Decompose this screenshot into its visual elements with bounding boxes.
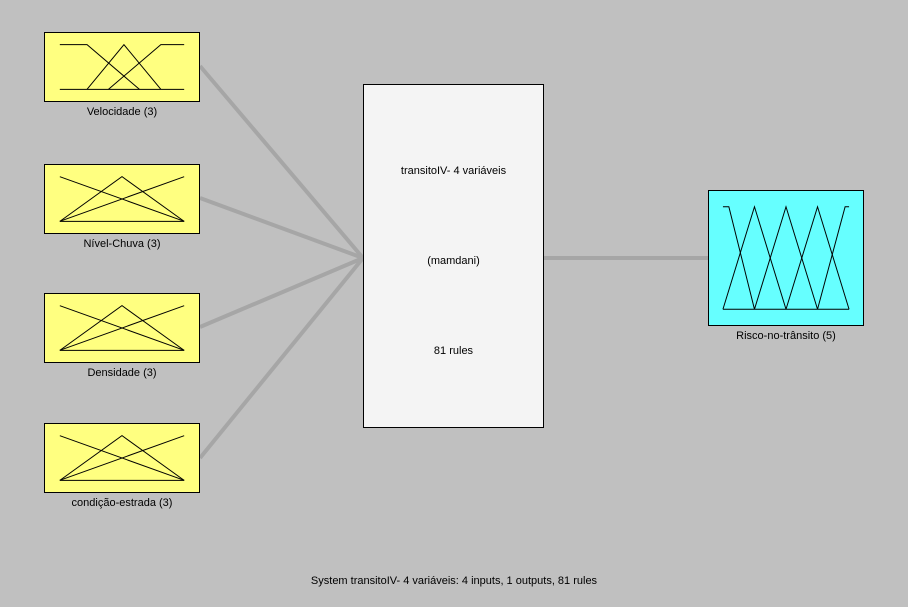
input-box (44, 164, 200, 234)
input-box (44, 423, 200, 493)
input-label: Velocidade (3) (44, 106, 200, 118)
system-summary-footer: System transitoIV- 4 variáveis: 4 inputs… (0, 575, 908, 587)
mf-plot-icon (45, 294, 199, 362)
mf-plot-icon (45, 165, 199, 233)
input-densidade[interactable]: Densidade (3) (44, 293, 200, 363)
output-box (708, 190, 864, 326)
input-nivel-chuva[interactable]: Nível-Chuva (3) (44, 164, 200, 234)
mf-plot-icon (45, 424, 199, 492)
output-label: Risco-no-trânsito (5) (708, 330, 864, 342)
input-velocidade[interactable]: Velocidade (3) (44, 32, 200, 102)
system-type-label: (mamdani) (364, 255, 543, 267)
input-box (44, 32, 200, 102)
input-label: Nível-Chuva (3) (44, 238, 200, 250)
system-rules-label: 81 rules (364, 345, 543, 357)
mf-plot-icon (709, 191, 863, 325)
system-name-label: transitoIV- 4 variáveis (364, 165, 543, 177)
output-risco-no-transito[interactable]: Risco-no-trânsito (5) (708, 190, 864, 326)
input-condicao-estrada[interactable]: condição-estrada (3) (44, 423, 200, 493)
input-label: condição-estrada (3) (44, 497, 200, 509)
inference-system-box[interactable]: transitoIV- 4 variáveis (mamdani) 81 rul… (363, 84, 544, 428)
input-label: Densidade (3) (44, 367, 200, 379)
input-box (44, 293, 200, 363)
mf-plot-icon (45, 33, 199, 101)
